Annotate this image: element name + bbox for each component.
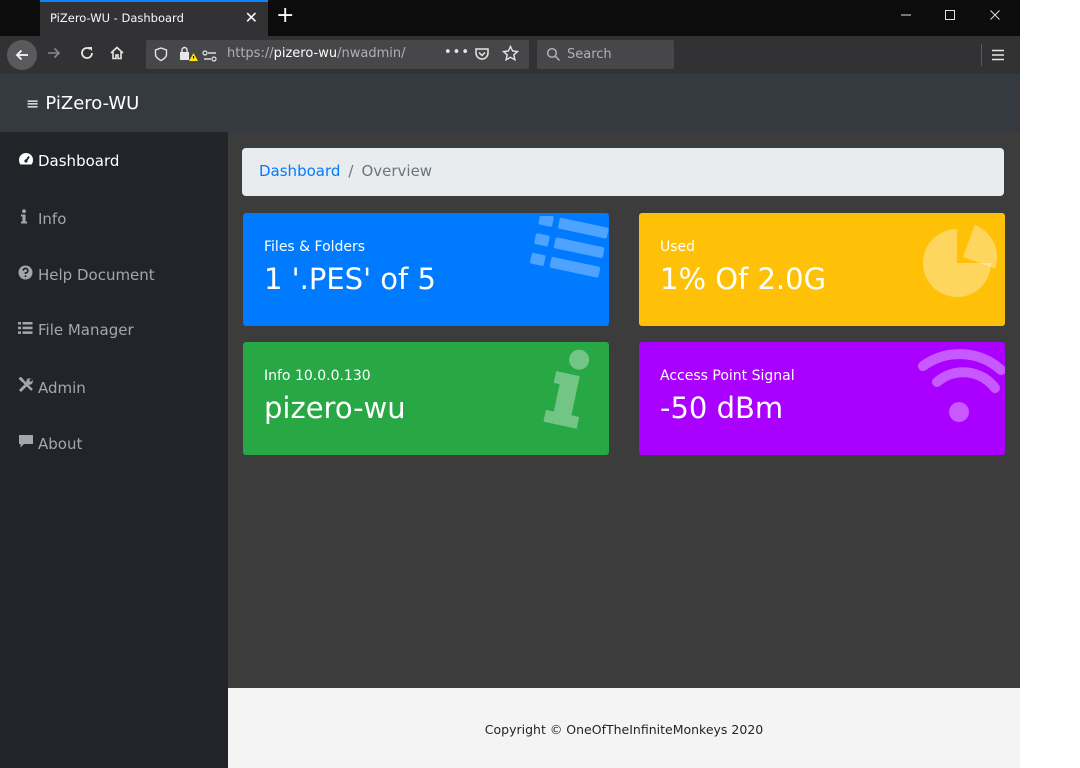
toolbar-divider bbox=[981, 44, 982, 66]
tab-close-icon[interactable]: ✕ bbox=[245, 8, 258, 28]
wifi-icon bbox=[915, 348, 1005, 428]
card-value: 1% Of 2.0G bbox=[660, 262, 827, 296]
sidebar-item-label: Dashboard bbox=[38, 152, 120, 170]
card-label: Used bbox=[660, 239, 696, 255]
copyright-text: Copyright © OneOfTheInfiniteMonkeys 2020 bbox=[484, 722, 764, 737]
comment-icon bbox=[18, 434, 38, 453]
url-path: /nwadmin/ bbox=[337, 46, 406, 61]
forward-arrow-icon[interactable] bbox=[46, 45, 62, 65]
sidebar: Dashboard Info Help Document File Manage… bbox=[0, 132, 228, 768]
search-icon bbox=[546, 47, 561, 66]
sidebar-item-label: Admin bbox=[38, 379, 86, 397]
maximize-icon[interactable] bbox=[940, 8, 960, 26]
card-value: 1 '.PES' of 5 bbox=[264, 262, 436, 296]
page-actions-menu-icon[interactable]: ••• bbox=[444, 45, 470, 60]
window-close-icon[interactable] bbox=[985, 8, 1005, 26]
sidebar-item-info[interactable]: Info bbox=[18, 209, 66, 237]
footer: Copyright © OneOfTheInfiniteMonkeys 2020 bbox=[228, 688, 1020, 768]
sidebar-item-label: Info bbox=[38, 210, 67, 228]
sidebar-item-file-manager[interactable]: File Manager bbox=[18, 321, 134, 349]
tracking-shield-icon[interactable] bbox=[154, 47, 168, 66]
list-icon bbox=[525, 213, 609, 292]
card-label: Info 10.0.0.130 bbox=[264, 368, 371, 384]
main-content: Dashboard / Overview Files & Folders 1 '.P… bbox=[228, 132, 1020, 688]
sidebar-item-label: Help Document bbox=[38, 266, 155, 284]
url-host: pizero-wu bbox=[273, 46, 338, 61]
navigation-bar: https://pizero-wu/nwadmin/ ••• Search bbox=[0, 36, 1020, 74]
card-value: pizero-wu bbox=[264, 391, 406, 425]
sidebar-item-about[interactable]: About bbox=[18, 434, 82, 462]
hamburger-menu-icon[interactable] bbox=[990, 47, 1006, 67]
url-prefix: https:// bbox=[227, 46, 274, 61]
breadcrumb: Dashboard / Overview bbox=[242, 148, 1004, 196]
sidebar-toggle-icon[interactable]: ≡ bbox=[26, 94, 39, 113]
question-circle-icon bbox=[18, 265, 38, 284]
device-info-card[interactable]: Info 10.0.0.130 pizero-wu bbox=[243, 342, 609, 455]
url-bar[interactable]: https://pizero-wu/nwadmin/ ••• bbox=[146, 40, 529, 69]
card-label: Files & Folders bbox=[264, 239, 366, 255]
minimize-icon[interactable] bbox=[896, 8, 916, 26]
browser-window: PiZero-WU - Dashboard ✕ + https://pizero… bbox=[0, 0, 1020, 768]
list-icon bbox=[18, 321, 38, 339]
files-folders-card[interactable]: Files & Folders 1 '.PES' of 5 bbox=[243, 213, 609, 326]
search-placeholder: Search bbox=[567, 47, 612, 62]
card-value: -50 dBm bbox=[660, 391, 784, 425]
url-text[interactable]: https://pizero-wu/nwadmin/ bbox=[227, 46, 406, 61]
storage-used-card[interactable]: Used 1% Of 2.0G bbox=[639, 213, 1005, 326]
title-bar: PiZero-WU - Dashboard ✕ + bbox=[0, 0, 1020, 36]
info-icon bbox=[543, 346, 593, 434]
permissions-icon[interactable] bbox=[202, 48, 218, 67]
sidebar-item-help-document[interactable]: Help Document bbox=[18, 265, 155, 293]
sidebar-item-label: About bbox=[38, 435, 83, 453]
tab-title: PiZero-WU - Dashboard bbox=[50, 11, 184, 25]
back-arrow-icon[interactable] bbox=[7, 40, 37, 70]
new-tab-button[interactable]: + bbox=[276, 3, 294, 29]
breadcrumb-link-dashboard[interactable]: Dashboard bbox=[259, 162, 340, 180]
sidebar-item-label: File Manager bbox=[38, 321, 134, 339]
card-label: Access Point Signal bbox=[660, 368, 795, 384]
pie-chart-icon bbox=[921, 217, 1005, 301]
sidebar-item-dashboard[interactable]: Dashboard bbox=[18, 152, 119, 180]
breadcrumb-current: Overview bbox=[361, 162, 433, 180]
sidebar-item-admin[interactable]: Admin bbox=[18, 376, 86, 405]
browser-tab[interactable]: PiZero-WU - Dashboard ✕ bbox=[40, 0, 268, 36]
app-navbar: ≡ PiZero-WU bbox=[0, 74, 1020, 132]
pocket-icon[interactable] bbox=[474, 46, 490, 66]
tools-icon bbox=[18, 376, 38, 397]
breadcrumb-separator: / bbox=[348, 162, 354, 180]
brand-title: PiZero-WU bbox=[45, 93, 140, 114]
reload-icon[interactable] bbox=[79, 45, 95, 65]
search-box[interactable]: Search bbox=[537, 40, 674, 69]
home-icon[interactable] bbox=[109, 45, 125, 65]
brand-link[interactable]: ≡ PiZero-WU bbox=[26, 93, 139, 114]
insecure-lock-icon[interactable] bbox=[178, 46, 198, 66]
tachometer-icon bbox=[18, 152, 38, 170]
bookmark-star-icon[interactable] bbox=[501, 44, 520, 66]
info-icon bbox=[18, 209, 38, 228]
access-point-signal-card[interactable]: Access Point Signal -50 dBm bbox=[639, 342, 1005, 455]
